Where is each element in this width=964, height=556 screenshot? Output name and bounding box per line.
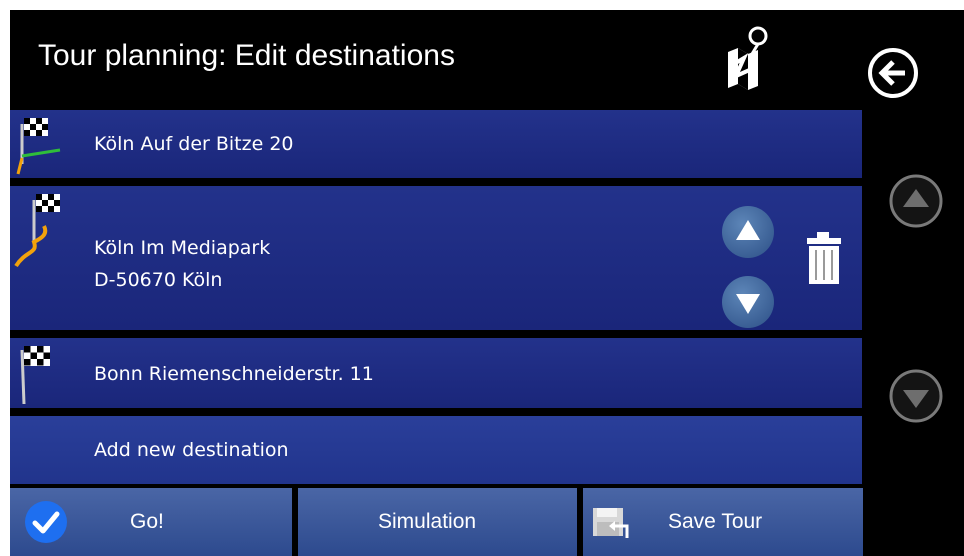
scroll-down-button[interactable] bbox=[887, 367, 945, 429]
destination-city: D-50670 Köln bbox=[94, 269, 223, 291]
simulation-label: Simulation bbox=[378, 510, 477, 533]
save-tour-label: Save Tour bbox=[668, 510, 763, 533]
end-flag-icon bbox=[12, 340, 62, 410]
go-button[interactable]: Go! bbox=[10, 488, 292, 556]
destination-street: Köln Im Mediapark bbox=[94, 237, 271, 259]
destination-row-1[interactable]: Köln Auf der Bitze 20 bbox=[10, 110, 862, 178]
page-title: Tour planning: Edit destinations bbox=[38, 39, 455, 72]
back-arrow-icon[interactable] bbox=[865, 45, 921, 105]
scroll-up-button[interactable] bbox=[887, 172, 945, 234]
check-icon bbox=[24, 500, 68, 550]
add-destination-label: Add new destination bbox=[94, 439, 289, 461]
add-destination-button[interactable]: Add new destination bbox=[10, 416, 862, 484]
destination-row-3[interactable]: Bonn Riemenschneiderstr. 11 bbox=[10, 338, 862, 408]
trash-icon[interactable] bbox=[802, 230, 846, 286]
move-down-button[interactable] bbox=[722, 276, 774, 328]
save-icon bbox=[591, 504, 631, 546]
save-tour-button[interactable]: Save Tour bbox=[583, 488, 863, 556]
screen: Tour planning: Edit destinations Köln Au… bbox=[10, 10, 964, 556]
start-flag-icon bbox=[12, 112, 62, 180]
destination-address: Köln Im Mediapark D-50670 Köln bbox=[94, 232, 270, 296]
destination-label: Bonn Riemenschneiderstr. 11 bbox=[94, 363, 374, 385]
simulation-button[interactable]: Simulation bbox=[298, 488, 577, 556]
via-flag-icon bbox=[12, 190, 72, 274]
destination-label: Köln Auf der Bitze 20 bbox=[94, 133, 294, 155]
move-up-button[interactable] bbox=[722, 206, 774, 258]
map-pin-icon[interactable] bbox=[724, 24, 770, 94]
go-label: Go! bbox=[130, 510, 164, 533]
destination-row-2[interactable]: Köln Im Mediapark D-50670 Köln bbox=[10, 186, 862, 330]
